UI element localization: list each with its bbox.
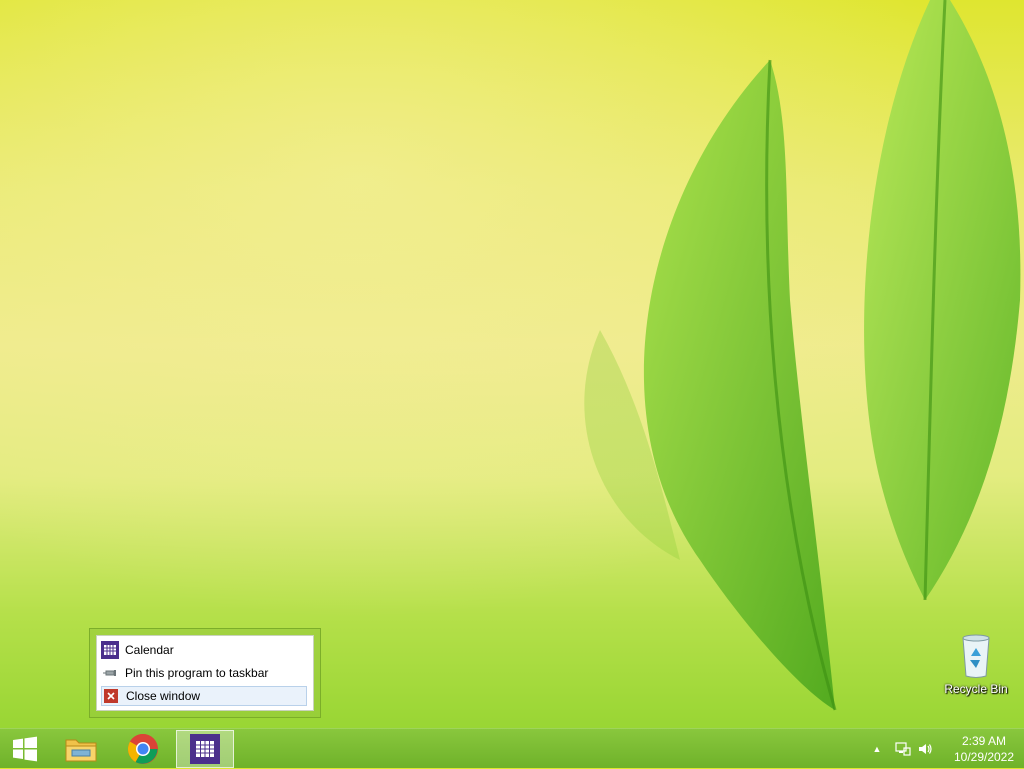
network-icon[interactable] bbox=[892, 738, 914, 760]
start-button[interactable] bbox=[0, 730, 50, 768]
taskbar-chrome[interactable] bbox=[118, 730, 168, 768]
clock[interactable]: 2:39 AM 10/29/2022 bbox=[944, 733, 1024, 765]
jumplist-menu: Calendar Pin this program to taskbar Clo… bbox=[89, 628, 321, 718]
close-window-label: Close window bbox=[126, 689, 201, 703]
pin-icon bbox=[101, 664, 119, 682]
taskbar-calendar[interactable] bbox=[176, 730, 234, 768]
calendar-icon bbox=[101, 641, 119, 659]
volume-icon[interactable] bbox=[914, 738, 936, 760]
clock-date: 10/29/2022 bbox=[953, 750, 1015, 764]
taskbar-file-explorer[interactable] bbox=[56, 730, 106, 768]
wallpaper-leaves bbox=[0, 0, 1024, 728]
recycle-bin-label: Recycle Bin bbox=[944, 682, 1008, 696]
windows-logo-icon bbox=[13, 736, 37, 762]
taskbar: ▲ 2:39 AM 10/29/2022 bbox=[0, 728, 1024, 768]
jumplist-app-calendar[interactable]: Calendar bbox=[101, 640, 307, 660]
recycle-bin-shortcut[interactable]: Recycle Bin bbox=[940, 630, 1012, 696]
close-icon bbox=[102, 687, 120, 705]
jumplist-panel: Calendar Pin this program to taskbar Clo… bbox=[96, 635, 314, 711]
folder-icon bbox=[65, 739, 97, 762]
pin-to-taskbar-item[interactable]: Pin this program to taskbar bbox=[101, 663, 307, 683]
desktop[interactable]: Recycle Bin Calendar Pin this program to… bbox=[0, 0, 1024, 728]
chevron-up-icon[interactable]: ▲ bbox=[866, 738, 888, 760]
system-tray: ▲ 2:39 AM 10/29/2022 bbox=[866, 729, 1024, 769]
pin-to-taskbar-label: Pin this program to taskbar bbox=[125, 666, 269, 680]
recycle-bin-icon bbox=[962, 634, 990, 678]
jumplist-app-label: Calendar bbox=[125, 643, 174, 657]
close-window-item[interactable]: Close window bbox=[101, 686, 307, 706]
chrome-icon bbox=[127, 734, 158, 764]
clock-time: 2:39 AM bbox=[961, 734, 1007, 748]
calendar-icon bbox=[190, 734, 220, 764]
